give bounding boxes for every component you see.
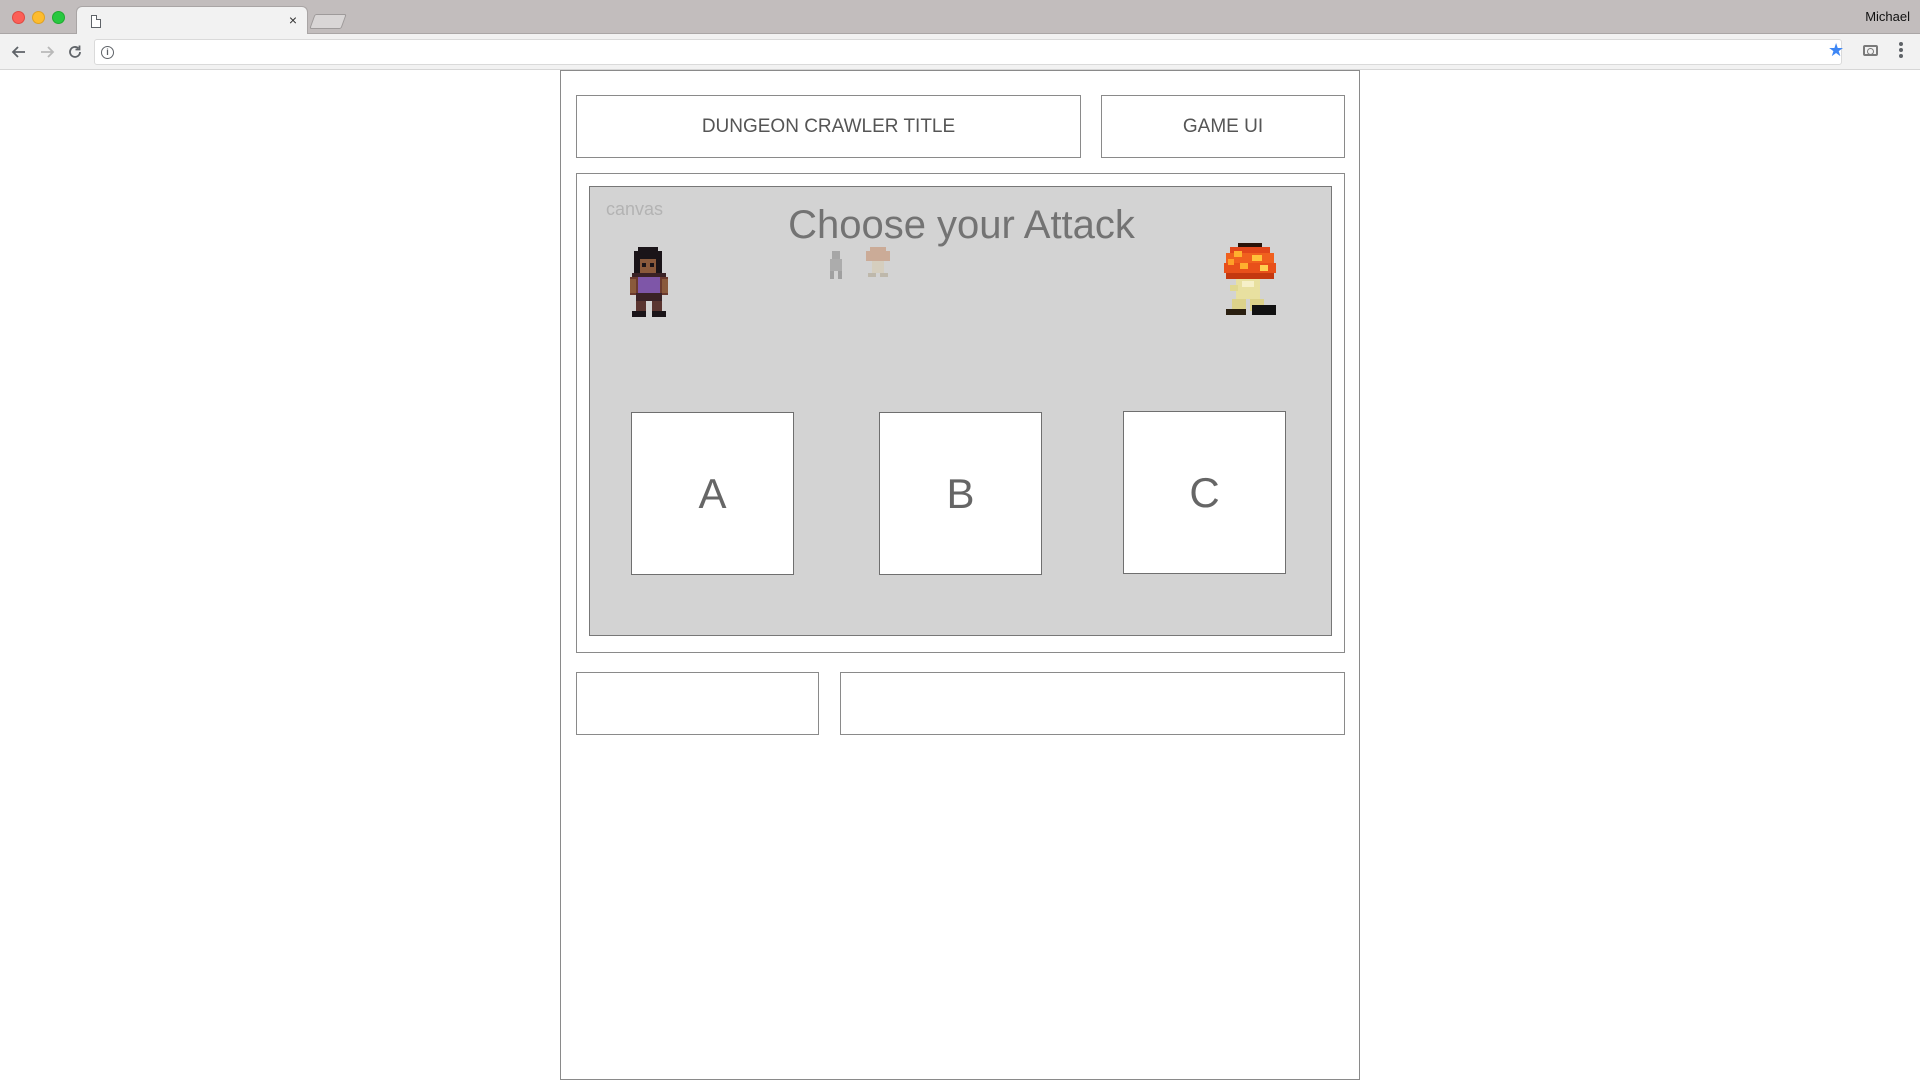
profile-name[interactable]: Michael [1865, 9, 1910, 24]
game-ui-panel: GAME UI [1101, 95, 1345, 158]
page-icon [91, 15, 101, 28]
star-icon[interactable]: ★ [1828, 40, 1844, 60]
info-icon[interactable]: i [101, 46, 114, 59]
address-bar[interactable]: i [94, 39, 1842, 65]
camera-icon[interactable] [1863, 45, 1878, 56]
bottom-left-panel [576, 672, 819, 735]
mini-hero-sprite [830, 251, 842, 279]
maximize-window-button[interactable] [52, 11, 65, 24]
game-title: DUNGEON CRAWLER TITLE [576, 95, 1081, 158]
reload-icon[interactable] [65, 42, 85, 62]
browser-title-bar: × Michael [0, 0, 1920, 35]
forward-arrow-icon[interactable] [37, 42, 57, 62]
game-canvas[interactable]: canvas Choose your Attack A B C [589, 186, 1332, 636]
back-arrow-icon[interactable] [9, 42, 29, 62]
new-tab-button[interactable] [309, 14, 347, 29]
browser-tab[interactable]: × [76, 6, 308, 35]
game-frame: canvas Choose your Attack A B C [576, 173, 1345, 653]
mushroom-enemy-sprite [1224, 243, 1276, 315]
kebab-menu-icon[interactable] [1898, 42, 1904, 62]
hero-sprite [630, 247, 668, 317]
bottom-right-panel [840, 672, 1345, 735]
browser-toolbar: i ★ [0, 34, 1920, 70]
page-container: DUNGEON CRAWLER TITLE GAME UI canvas Cho… [560, 70, 1360, 1080]
mini-mushroom-sprite [866, 247, 890, 277]
attack-a-button[interactable]: A [631, 412, 794, 575]
attack-prompt: Choose your Attack [788, 203, 1135, 247]
tab-close-icon[interactable]: × [289, 12, 297, 28]
minimize-window-button[interactable] [32, 11, 45, 24]
close-window-button[interactable] [12, 11, 25, 24]
attack-b-button[interactable]: B [879, 412, 1042, 575]
attack-c-button[interactable]: C [1123, 411, 1286, 574]
